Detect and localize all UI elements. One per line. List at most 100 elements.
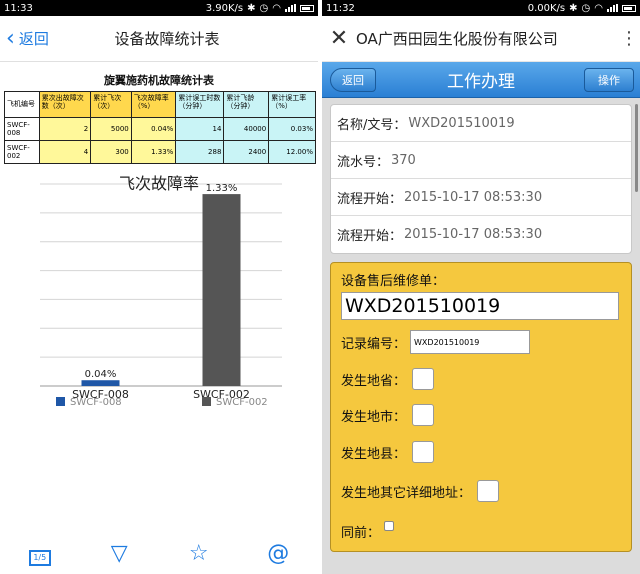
table-cell: 5000	[90, 117, 132, 141]
filter-button[interactable]: ▽	[101, 541, 137, 566]
table-row: SWCF-002 4 300 1.33% 288 2400 12.00%	[4, 140, 316, 164]
info-row: 流程开始： 2015-10-17 08:53:30	[331, 179, 631, 216]
info-value: 2015-10-17 08:53:30	[404, 189, 543, 205]
bar-SWCF-002	[202, 194, 241, 386]
left-screen: 11:33 3.90K/s ✱ ◷ ◠ ‹ 返回 设备故障统计表 旋翼施药机故障…	[0, 0, 318, 574]
legend-label: SWCF-008	[70, 397, 122, 408]
form-section-label-row: 设备售后维修单：	[331, 263, 631, 289]
legend-swatch	[202, 397, 211, 406]
address-input[interactable]	[477, 480, 500, 502]
table-title: 旋翼施药机故障统计表	[104, 74, 214, 87]
table-cell: 288	[175, 140, 225, 164]
network-speed: 0.00K/s	[527, 2, 566, 14]
form-row: 发生地省：	[331, 361, 631, 397]
status-time: 11:33	[4, 2, 33, 14]
form-row: 发生地市：	[331, 397, 631, 433]
close-icon[interactable]: ✕	[322, 26, 356, 51]
bluetooth-icon: ✱	[247, 2, 256, 14]
city-input[interactable]	[412, 404, 435, 426]
record-number-input[interactable]	[410, 330, 531, 354]
form-row	[331, 289, 631, 323]
col-header: 累计误工时数（分钟）	[175, 91, 225, 118]
chart-svg: 0.04%SWCF-0081.33%SWCF-002SWCF-008 SWCF-0…	[40, 183, 282, 408]
app-header: ✕ OA广西田园生化股份有限公司 ⋮	[322, 16, 640, 62]
county-label: 发生地县：	[341, 446, 407, 462]
page-button[interactable]: 1/5	[22, 541, 58, 566]
back-button[interactable]: ‹ 返回	[0, 27, 49, 50]
page-icon: 1/5	[28, 549, 51, 566]
app-header: ‹ 返回 设备故障统计表	[0, 16, 318, 62]
bar-SWCF-008	[81, 380, 120, 386]
network-speed: 3.90K/s	[205, 2, 244, 14]
wifi-icon: ◠	[272, 2, 281, 14]
data-label: 0.04%	[85, 369, 117, 380]
table-row: SWCF-008 2 5000 0.04% 14 40000 0.03%	[4, 117, 316, 141]
content-area: 名称/文号： WXD201510019 流水号： 370 流程开始： 2015-10-…	[322, 98, 640, 574]
form-row: 记录编号：	[331, 323, 631, 361]
clock-icon: ◷	[259, 2, 269, 14]
scrollbar[interactable]	[635, 104, 638, 192]
table-cell: 14	[175, 117, 225, 141]
table-cell: 12.00%	[268, 140, 316, 164]
legend-swatch	[56, 397, 65, 406]
form-row: 发生地其它详细地址：	[331, 471, 631, 511]
signal-icon	[285, 4, 296, 12]
wifi-icon: ◠	[594, 2, 603, 14]
info-row: 流水号： 370	[331, 142, 631, 179]
info-row: 名称/文号： WXD201510019	[331, 105, 631, 142]
right-screen: 11:32 0.00K/s ✱ ◷ ◠ ✕ OA广西田园生化股份有限公司 ⋮ 返…	[322, 0, 640, 574]
table-cell: 40000	[223, 117, 270, 141]
col-header: 飞次故障率（%）	[130, 91, 177, 118]
info-value: WXD201510019	[408, 115, 515, 131]
favorite-button[interactable]: ☆	[181, 541, 217, 566]
col-header: 累计误工率（%）	[268, 91, 316, 118]
table-cell: 0.03%	[268, 117, 316, 141]
form-row: 发生地县：	[331, 433, 631, 471]
star-icon: ☆	[188, 540, 209, 566]
table-cell: 2400	[223, 140, 270, 164]
info-card: 名称/文号： WXD201510019 流水号： 370 流程开始： 2015-10-…	[330, 104, 632, 254]
title-bar: 返回 工作办理 操作	[322, 62, 640, 98]
table-cell: SWCF-008	[4, 117, 40, 141]
info-row: 流程开始： 2015-10-17 08:53:30	[331, 216, 631, 253]
table-cell: 1.33%	[130, 140, 177, 164]
peer-label: 同前：	[341, 525, 381, 541]
table-cell: 300	[90, 140, 132, 164]
form-section-label: 设备售后维修单：	[341, 273, 446, 289]
repair-form: 设备售后维修单： 记录编号： 发生地省： 发生地市： 发生地县：	[330, 262, 632, 552]
status-bar: 11:32 0.00K/s ✱ ◷ ◠	[322, 0, 640, 16]
record-number-label: 记录编号：	[341, 336, 407, 352]
table-cell: SWCF-002	[4, 140, 40, 164]
province-label: 发生地省：	[341, 373, 407, 389]
back-button[interactable]: 返回	[330, 67, 376, 92]
fault-rate-chart: 飞次故障率 0.04% SWCF-008 1.33% SWCF-002 SWCF-008…	[0, 170, 318, 440]
col-header: 飞机编号	[4, 91, 40, 118]
info-label: 流程开始：	[337, 229, 403, 244]
peer-checkbox[interactable]	[384, 521, 395, 531]
action-button[interactable]: 操作	[584, 67, 634, 92]
city-label: 发生地市：	[341, 409, 407, 425]
table-header-row: 飞机编号 累次出故障次数（次） 累计飞次（次） 飞次故障率（%） 累计误工时数（…	[4, 91, 316, 118]
county-input[interactable]	[412, 441, 435, 463]
filter-icon: ▽	[110, 540, 128, 566]
status-bar: 11:33 3.90K/s ✱ ◷ ◠	[0, 0, 318, 16]
status-indicators: 3.90K/s ✱ ◷ ◠	[206, 3, 314, 14]
table-cell: 0.04%	[130, 117, 177, 141]
legend-label: SWCF-002	[216, 397, 268, 408]
repair-order-input[interactable]	[341, 292, 619, 320]
bluetooth-icon: ✱	[569, 2, 578, 14]
status-time: 11:32	[326, 2, 355, 14]
signal-icon	[607, 4, 618, 12]
table-cell: 2	[38, 117, 92, 141]
col-header: 累计飞龄（分钟）	[223, 91, 270, 118]
bottom-toolbar: 1/5 ▽ ☆ @	[0, 532, 318, 574]
address-label: 发生地其它详细地址：	[341, 485, 472, 501]
share-button[interactable]: @	[260, 541, 296, 566]
fault-stats-table: 飞机编号 累次出故障次数（次） 累计飞次（次） 飞次故障率（%） 累计误工时数（…	[4, 91, 316, 164]
info-label: 名称/文号：	[337, 117, 407, 133]
chart-title: 飞次故障率	[118, 174, 199, 193]
info-value: 2015-10-17 08:53:30	[404, 227, 543, 242]
col-header: 累计飞次（次）	[90, 91, 132, 118]
province-input[interactable]	[412, 368, 435, 390]
more-menu-icon[interactable]: ⋮	[618, 28, 640, 49]
